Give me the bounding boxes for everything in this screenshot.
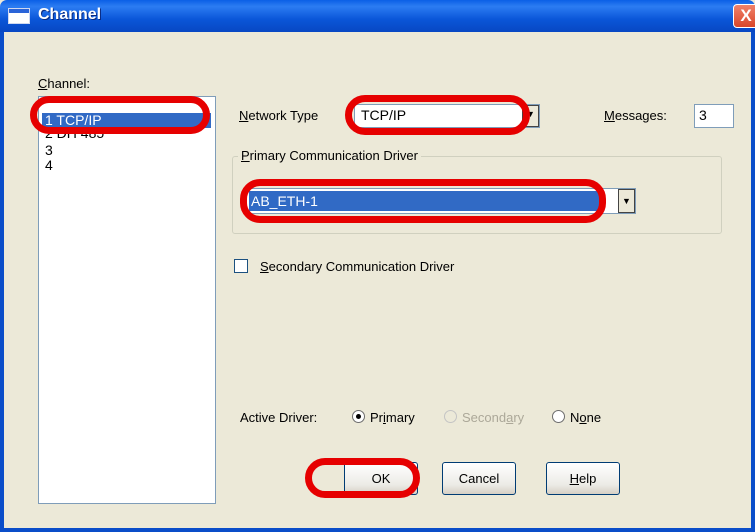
radio-none-label: None [570, 410, 602, 425]
primary-driver-group-label: Primary Communication Driver [238, 148, 421, 163]
channel-label: Channel: [38, 76, 91, 91]
radio-primary[interactable] [352, 410, 365, 423]
window-frame-left [0, 32, 4, 532]
help-button[interactable]: Help [546, 462, 620, 495]
channel-listbox[interactable]: 1 TCP/IP 2 DH 485 3 4 [38, 96, 216, 504]
window-icon [8, 8, 30, 24]
chevron-down-icon[interactable]: ▼ [618, 189, 635, 213]
channel-item-3[interactable]: 3 [45, 143, 211, 158]
network-type-label: Network Type [239, 108, 319, 123]
close-button[interactable]: X [733, 4, 755, 28]
radio-secondary [444, 410, 457, 423]
messages-input[interactable]: 3 [694, 104, 734, 128]
highlight-channel-item [30, 96, 210, 134]
secondary-driver-label: Secondary Communication Driver [260, 259, 455, 274]
cancel-button[interactable]: Cancel [442, 462, 516, 495]
channel-item-4[interactable]: 4 [45, 158, 211, 173]
highlight-network-type [345, 95, 530, 135]
highlight-ok-button [305, 458, 420, 498]
title-bar: Channel X [0, 0, 755, 32]
messages-label: Messages: [604, 108, 667, 123]
active-driver-label: Active Driver: [240, 410, 318, 425]
secondary-driver-checkbox[interactable] [234, 259, 248, 273]
window-frame-bottom [0, 528, 755, 532]
highlight-primary-driver [240, 179, 606, 223]
radio-selected-dot [356, 414, 361, 419]
radio-primary-label: Primary [370, 410, 415, 425]
radio-none[interactable] [552, 410, 565, 423]
messages-value: 3 [699, 107, 707, 123]
window-frame-right [751, 32, 755, 532]
radio-secondary-label: Secondary [462, 410, 525, 425]
window-title: Channel [38, 6, 102, 23]
